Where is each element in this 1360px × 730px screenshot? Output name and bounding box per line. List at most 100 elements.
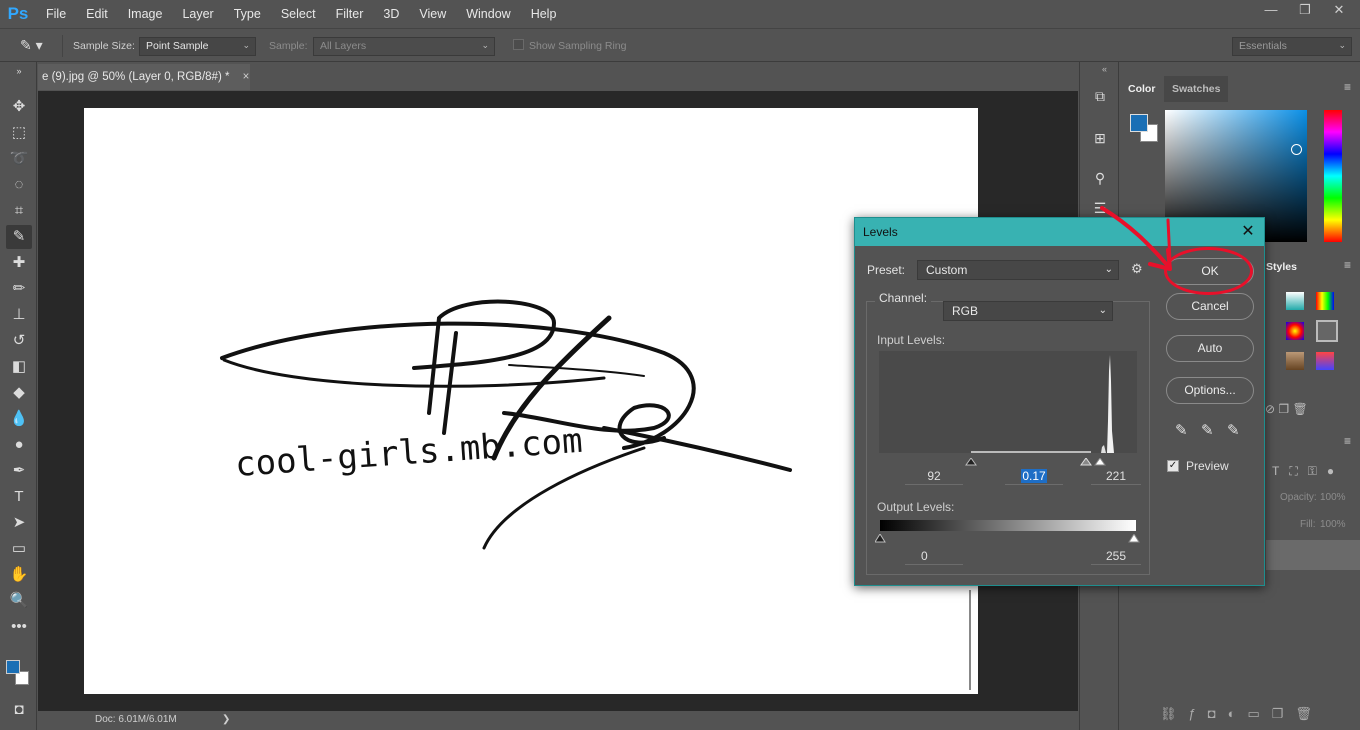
move-tool-icon[interactable]: ✥	[6, 95, 32, 119]
history-icon[interactable]: ⧉	[1088, 84, 1112, 108]
workspace-select[interactable]: Essentials ⌄	[1232, 37, 1352, 56]
menu-3d[interactable]: 3D	[373, 0, 409, 28]
tab-styles[interactable]: Styles	[1258, 254, 1305, 280]
preset-select[interactable]: Custom ⌄	[917, 260, 1119, 280]
panel-menu-icon[interactable]: ≡	[1344, 434, 1351, 448]
eyedropper-tool-preset-icon[interactable]: ✎ ▾	[20, 37, 56, 57]
sample-size-label: Sample Size:	[73, 40, 135, 52]
white-point-eyedropper-icon[interactable]: ✎	[1227, 421, 1240, 439]
auto-button[interactable]: Auto	[1166, 335, 1254, 362]
tab-color[interactable]: Color	[1120, 76, 1164, 102]
output-gradient	[880, 520, 1136, 531]
sample-size-select[interactable]: Point Sample ⌄	[139, 37, 256, 56]
input-black-field[interactable]: 92	[905, 469, 963, 485]
panel-menu-icon[interactable]: ≡	[1344, 258, 1351, 272]
restore-icon[interactable]: ❐	[1288, 0, 1322, 22]
menu-file[interactable]: File	[36, 0, 76, 28]
minimize-icon[interactable]: —	[1254, 0, 1288, 22]
document-tab[interactable]: e (9).jpg @ 50% (Layer 0, RGB/8#) * ×	[38, 64, 250, 90]
zoom-tool-icon[interactable]: 🔍	[6, 589, 32, 613]
paint-bucket-tool-icon[interactable]: ◆	[6, 381, 32, 405]
close-icon[interactable]: ✕	[1322, 0, 1356, 22]
brush-tool-icon[interactable]: ✏	[6, 277, 32, 301]
style-swatch[interactable]	[1316, 292, 1334, 310]
type-tool-icon[interactable]: T	[6, 485, 32, 509]
sample-value: All Layers	[320, 40, 367, 52]
tools-panel: » ✥ ⬚ ➰ ◌ ⌗ ✎ ✚ ✏ ⊥ ↺ ◧ ◆ 💧 ● ✒ T ➤ ▭ ✋ …	[0, 62, 37, 730]
style-actions-icons[interactable]: ⊘ ❐ 🗑	[1265, 402, 1308, 416]
tab-swatches[interactable]: Swatches	[1164, 76, 1229, 102]
sample-select[interactable]: All Layers ⌄	[313, 37, 495, 56]
gray-point-eyedropper-icon[interactable]: ✎	[1201, 421, 1214, 439]
menu-edit[interactable]: Edit	[76, 0, 118, 28]
opacity-value[interactable]: 100%	[1320, 492, 1346, 503]
output-black-field[interactable]: 0	[905, 549, 963, 565]
sample-label: Sample:	[269, 40, 308, 52]
hue-slider[interactable]	[1324, 110, 1342, 242]
cancel-button[interactable]: Cancel	[1166, 293, 1254, 320]
style-swatch[interactable]	[1286, 322, 1304, 340]
path-selection-tool-icon[interactable]: ➤	[6, 511, 32, 535]
black-point-eyedropper-icon[interactable]: ✎	[1175, 421, 1188, 439]
output-sliders[interactable]	[874, 532, 1141, 543]
style-swatch[interactable]	[1316, 352, 1334, 370]
menu-select[interactable]: Select	[271, 0, 326, 28]
dodge-tool-icon[interactable]: ●	[6, 433, 32, 457]
collapse-icon[interactable]: »	[6, 64, 32, 78]
fill-value[interactable]: 100%	[1320, 519, 1346, 530]
crop-tool-icon[interactable]: ⌗	[6, 199, 32, 223]
menu-type[interactable]: Type	[224, 0, 271, 28]
styles-grid[interactable]	[1266, 288, 1346, 398]
output-white-field[interactable]: 255	[1091, 549, 1141, 565]
layer-filter-icons[interactable]: T⛶⚿●	[1272, 464, 1344, 479]
image-edge-line	[969, 590, 971, 690]
healing-brush-tool-icon[interactable]: ✚	[6, 251, 32, 275]
sample-size-value: Point Sample	[146, 40, 209, 52]
channel-select[interactable]: RGB ⌄	[943, 301, 1113, 321]
menu-view[interactable]: View	[409, 0, 456, 28]
input-sliders[interactable]	[879, 455, 1137, 466]
menu-filter[interactable]: Filter	[326, 0, 374, 28]
menu-image[interactable]: Image	[118, 0, 173, 28]
layer-row[interactable]	[1266, 540, 1360, 570]
input-gamma-field[interactable]: 0.17	[1005, 469, 1063, 485]
brush-presets-icon[interactable]: ⚲	[1088, 166, 1112, 190]
fill-label: Fill:	[1300, 519, 1316, 530]
lasso-tool-icon[interactable]: ➰	[6, 147, 32, 171]
style-swatch[interactable]	[1286, 352, 1304, 370]
menu-layer[interactable]: Layer	[172, 0, 223, 28]
input-slider-handles[interactable]	[879, 457, 1137, 466]
quick-selection-tool-icon[interactable]: ◌	[6, 173, 32, 197]
menu-window[interactable]: Window	[456, 0, 520, 28]
rectangle-tool-icon[interactable]: ▭	[6, 537, 32, 561]
marquee-tool-icon[interactable]: ⬚	[6, 121, 32, 145]
sampling-ring-checkbox[interactable]	[513, 39, 524, 50]
close-tab-icon[interactable]: ×	[243, 71, 250, 83]
layer-actions-icons[interactable]: ⛓ƒ◘◐▭❐🗑	[1160, 706, 1324, 722]
close-icon[interactable]: ✕	[1238, 218, 1258, 246]
panel-menu-icon[interactable]: ≡	[1344, 80, 1351, 94]
hand-tool-icon[interactable]: ✋	[6, 563, 32, 587]
menu-bar: Ps File Edit Image Layer Type Select Fil…	[0, 0, 1360, 28]
style-swatch[interactable]	[1316, 320, 1338, 342]
input-white-field[interactable]: 221	[1091, 469, 1141, 485]
foreground-color-swatch[interactable]	[6, 660, 20, 674]
collapse-panels-icon[interactable]: «	[1102, 64, 1107, 74]
color-foreground-swatch[interactable]	[1130, 114, 1148, 132]
document-image[interactable]: cool-girls.mb.com	[84, 108, 978, 694]
output-slider-handles[interactable]	[874, 533, 1141, 543]
preview-checkbox[interactable]: ✓	[1167, 460, 1179, 472]
status-menu-arrow-icon[interactable]: ❯	[222, 714, 230, 725]
eyedropper-tool-icon[interactable]: ✎	[6, 225, 32, 249]
properties-icon[interactable]: ⊞	[1088, 126, 1112, 150]
quick-mask-icon[interactable]: ◘	[6, 698, 32, 722]
pen-tool-icon[interactable]: ✒	[6, 459, 32, 483]
options-button[interactable]: Options...	[1166, 377, 1254, 404]
more-tools-icon[interactable]: •••	[6, 615, 32, 639]
history-brush-tool-icon[interactable]: ↺	[6, 329, 32, 353]
clone-stamp-tool-icon[interactable]: ⊥	[6, 303, 32, 327]
style-swatch[interactable]	[1286, 292, 1304, 310]
eraser-tool-icon[interactable]: ◧	[6, 355, 32, 379]
blur-tool-icon[interactable]: 💧	[6, 407, 32, 431]
menu-help[interactable]: Help	[521, 0, 567, 28]
